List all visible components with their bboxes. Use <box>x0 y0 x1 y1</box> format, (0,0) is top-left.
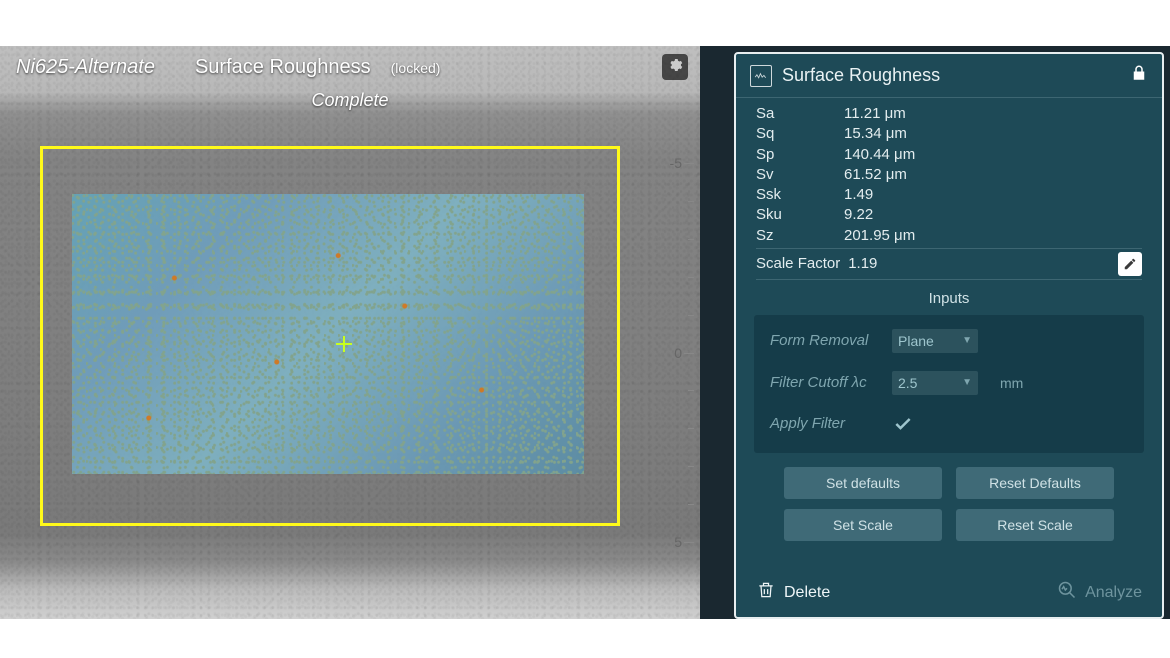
analyze-button[interactable]: Analyze <box>1057 580 1142 605</box>
analysis-mode-title: Surface Roughness <box>195 56 371 79</box>
delete-label: Delete <box>784 584 830 602</box>
metric-row: Sp140.44 μm <box>756 145 1142 165</box>
set-defaults-button[interactable]: Set defaults <box>784 467 942 499</box>
filter-cutoff-label: Filter Cutoff λc <box>770 374 880 391</box>
properties-panel: Surface Roughness Sa11.21 μm Sq15.34 μm … <box>728 46 1170 619</box>
metric-row: Sq15.34 μm <box>756 124 1142 144</box>
roi-rectangle[interactable] <box>40 146 620 526</box>
reset-scale-button[interactable]: Reset Scale <box>956 509 1114 541</box>
panel-gap <box>700 46 728 619</box>
analyze-icon <box>1057 580 1077 605</box>
apply-filter-row: Apply Filter <box>770 413 1128 435</box>
reset-defaults-button[interactable]: Reset Defaults <box>956 467 1114 499</box>
metric-row: Sa11.21 μm <box>756 104 1142 124</box>
scale-tick-zero: 0 <box>674 345 682 361</box>
inputs-heading: Inputs <box>754 290 1144 307</box>
form-removal-value: Plane <box>898 333 934 349</box>
image-viewport[interactable]: Ni625-Alternate Surface Roughness (locke… <box>0 46 700 619</box>
card-footer: Delete Analyze <box>736 570 1162 617</box>
card-header: Surface Roughness <box>736 54 1162 98</box>
delete-button[interactable]: Delete <box>756 580 830 605</box>
filter-cutoff-row: Filter Cutoff λc 2.5 ▼ mm <box>770 371 1128 395</box>
filter-cutoff-select[interactable]: 2.5 ▼ <box>892 371 978 395</box>
edit-scale-button[interactable] <box>1118 252 1142 276</box>
roughness-icon <box>750 65 772 87</box>
sample-name: Ni625-Alternate <box>16 56 155 79</box>
chevron-down-icon: ▼ <box>962 335 972 346</box>
trash-icon <box>756 580 776 605</box>
roughness-card: Surface Roughness Sa11.21 μm Sq15.34 μm … <box>734 52 1164 619</box>
metric-row: Sku9.22 <box>756 205 1142 225</box>
scale-factor-value: 1.19 <box>848 255 1110 272</box>
scale-factor-row: Scale Factor 1.19 <box>756 248 1142 280</box>
metrics-block: Sa11.21 μm Sq15.34 μm Sp140.44 μm Sv61.5… <box>736 98 1162 282</box>
lock-icon[interactable] <box>1130 64 1148 87</box>
metric-row: Sz201.95 μm <box>756 226 1142 246</box>
apply-filter-checkbox[interactable] <box>892 413 914 435</box>
inputs-section: Inputs Form Removal Plane ▼ Filter Cutof… <box>736 282 1162 570</box>
vertical-scale-ruler: -5 0 5 <box>678 116 694 589</box>
panel-button-grid: Set defaults Reset Defaults Set Scale Re… <box>784 467 1114 541</box>
set-scale-button[interactable]: Set Scale <box>784 509 942 541</box>
form-removal-row: Form Removal Plane ▼ <box>770 329 1128 353</box>
form-removal-select[interactable]: Plane ▼ <box>892 329 978 353</box>
viewport-settings-button[interactable] <box>662 54 688 80</box>
analyze-label: Analyze <box>1085 584 1142 602</box>
locked-tag: (locked) <box>391 60 441 76</box>
analysis-status: Complete <box>0 90 700 111</box>
filter-cutoff-unit: mm <box>1000 375 1023 391</box>
scale-tick-pos5: 5 <box>674 534 682 550</box>
viewport-title-bar: Ni625-Alternate Surface Roughness (locke… <box>16 56 652 79</box>
scale-factor-label: Scale Factor <box>756 255 840 272</box>
filter-cutoff-value: 2.5 <box>898 375 917 391</box>
metric-row: Sv61.52 μm <box>756 165 1142 185</box>
gear-icon <box>667 57 683 78</box>
app-root: Ni625-Alternate Surface Roughness (locke… <box>0 46 1170 619</box>
form-removal-label: Form Removal <box>770 332 880 349</box>
metric-row: Ssk1.49 <box>756 185 1142 205</box>
apply-filter-label: Apply Filter <box>770 415 880 432</box>
scale-tick-neg5: -5 <box>670 155 682 171</box>
card-title: Surface Roughness <box>782 65 940 86</box>
inputs-form: Form Removal Plane ▼ Filter Cutoff λc 2.… <box>754 315 1144 453</box>
chevron-down-icon: ▼ <box>962 377 972 388</box>
